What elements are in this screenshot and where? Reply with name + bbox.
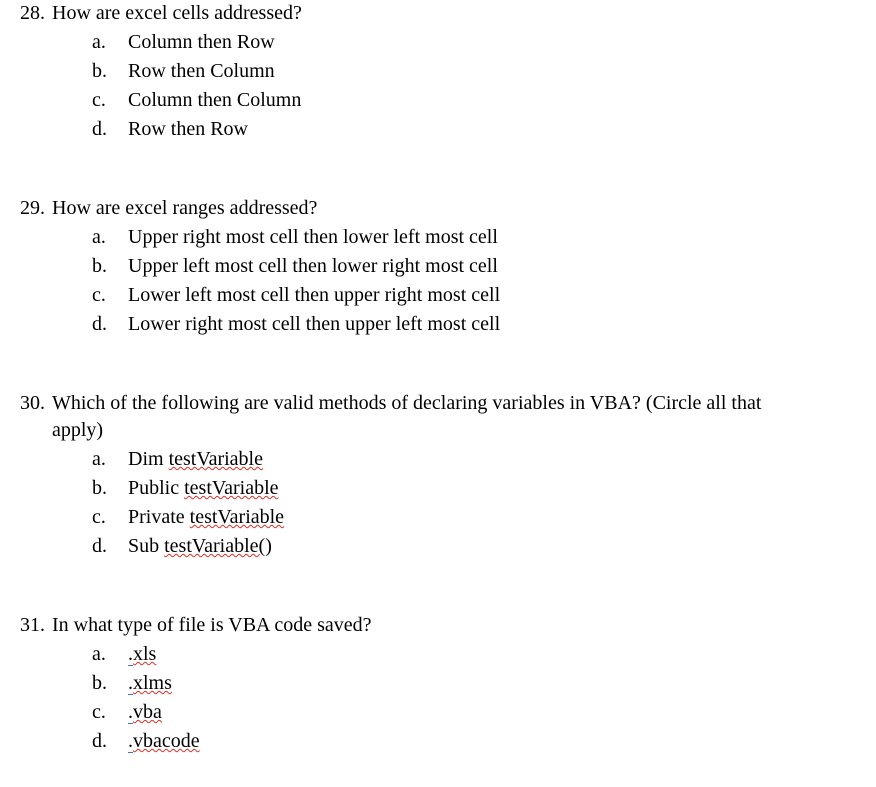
- question-body: Which of the following are valid methods…: [52, 390, 761, 417]
- option-text: Row then Row: [128, 116, 248, 143]
- spellcheck-squiggle: testVariable: [190, 506, 284, 528]
- option-a: a. .xls: [92, 641, 856, 668]
- option-text: Sub testVariable(): [128, 533, 272, 560]
- option-text: Column then Row: [128, 29, 275, 56]
- question-body: How are excel cells addressed?: [52, 0, 302, 27]
- option-marker: d.: [92, 311, 128, 338]
- option-text: Lower right most cell then upper left mo…: [128, 311, 500, 338]
- option-a: a. Upper right most cell then lower left…: [92, 224, 856, 251]
- option-c: c. .vba: [92, 699, 856, 726]
- question-number: 29.: [20, 195, 52, 222]
- option-marker: a.: [92, 29, 128, 56]
- option-marker: b.: [92, 253, 128, 280]
- option-a: a. Column then Row: [92, 29, 856, 56]
- option-text: Private testVariable: [128, 504, 284, 531]
- question-29: 29. How are excel ranges addressed? a. U…: [20, 195, 856, 338]
- option-d: d. Lower right most cell then upper left…: [92, 311, 856, 338]
- option-text: .vba: [128, 699, 162, 726]
- option-b: b. Upper left most cell then lower right…: [92, 253, 856, 280]
- option-c: c. Lower left most cell then upper right…: [92, 282, 856, 309]
- spellcheck-squiggle: xlms: [133, 672, 172, 694]
- options-list: a. Dim testVariable b. Public testVariab…: [20, 446, 856, 560]
- option-text: .xlms: [128, 670, 172, 697]
- question-text: 30. Which of the following are valid met…: [20, 390, 856, 444]
- question-31: 31. In what type of file is VBA code sav…: [20, 612, 856, 755]
- options-list: a. Upper right most cell then lower left…: [20, 224, 856, 338]
- question-text: 29. How are excel ranges addressed?: [20, 195, 856, 222]
- option-marker: c.: [92, 699, 128, 726]
- option-c: c. Column then Column: [92, 87, 856, 114]
- option-marker: a.: [92, 224, 128, 251]
- option-b: b. Public testVariable: [92, 475, 856, 502]
- option-marker: b.: [92, 58, 128, 85]
- question-text: 31. In what type of file is VBA code sav…: [20, 612, 856, 639]
- option-d: d. Row then Row: [92, 116, 856, 143]
- question-body-cont: apply): [20, 417, 856, 444]
- question-number: 30.: [20, 390, 52, 417]
- option-marker: b.: [92, 670, 128, 697]
- question-30: 30. Which of the following are valid met…: [20, 390, 856, 560]
- option-d: d. Sub testVariable(): [92, 533, 856, 560]
- spellcheck-squiggle: vba: [133, 701, 162, 723]
- option-text: Public testVariable: [128, 475, 279, 502]
- spellcheck-squiggle: testVariable(: [164, 535, 265, 557]
- option-d: d. .vbacode: [92, 728, 856, 755]
- options-list: a. .xls b. .xlms c. .vba d. .vbacode: [20, 641, 856, 755]
- question-body: In what type of file is VBA code saved?: [52, 612, 372, 639]
- option-b: b. .xlms: [92, 670, 856, 697]
- option-marker: c.: [92, 504, 128, 531]
- option-marker: c.: [92, 282, 128, 309]
- option-text: Upper left most cell then lower right mo…: [128, 253, 498, 280]
- option-marker: b.: [92, 475, 128, 502]
- option-text: Upper right most cell then lower left mo…: [128, 224, 498, 251]
- option-text: .vbacode: [128, 728, 200, 755]
- spellcheck-squiggle: testVariable: [184, 477, 278, 499]
- option-text: Lower left most cell then upper right mo…: [128, 282, 500, 309]
- question-number: 28.: [20, 0, 52, 27]
- spellcheck-squiggle: testVariable: [169, 448, 263, 470]
- question-28: 28. How are excel cells addressed? a. Co…: [20, 0, 856, 143]
- option-marker: d.: [92, 116, 128, 143]
- option-marker: d.: [92, 728, 128, 755]
- option-text: Column then Column: [128, 87, 301, 114]
- options-list: a. Column then Row b. Row then Column c.…: [20, 29, 856, 143]
- spellcheck-squiggle: xls: [133, 643, 156, 665]
- option-marker: d.: [92, 533, 128, 560]
- option-b: b. Row then Column: [92, 58, 856, 85]
- option-a: a. Dim testVariable: [92, 446, 856, 473]
- option-marker: a.: [92, 446, 128, 473]
- option-c: c. Private testVariable: [92, 504, 856, 531]
- option-text: Dim testVariable: [128, 446, 263, 473]
- option-text: .xls: [128, 641, 156, 668]
- option-marker: c.: [92, 87, 128, 114]
- option-marker: a.: [92, 641, 128, 668]
- question-text: 28. How are excel cells addressed?: [20, 0, 856, 27]
- question-number: 31.: [20, 612, 52, 639]
- spellcheck-squiggle: vbacode: [133, 730, 200, 752]
- option-text: Row then Column: [128, 58, 275, 85]
- question-body: How are excel ranges addressed?: [52, 195, 317, 222]
